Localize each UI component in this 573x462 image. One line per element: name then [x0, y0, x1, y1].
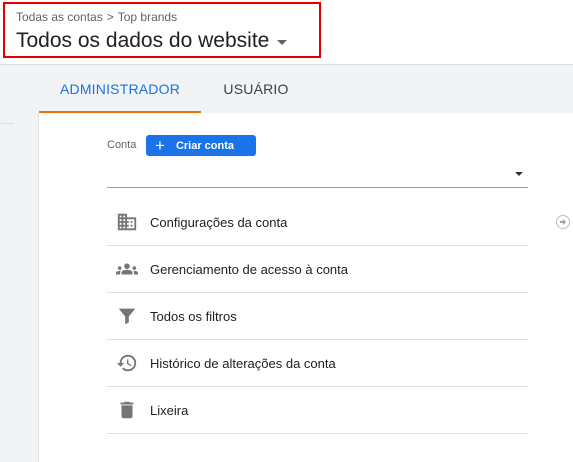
menu-item-access-management[interactable]: Gerenciamento de acesso à conta: [107, 246, 528, 293]
tabs-bar: ADMINISTRADOR USUÁRIO: [0, 65, 573, 113]
people-icon: [116, 258, 138, 280]
left-divider: [0, 123, 14, 124]
account-select[interactable]: [107, 161, 528, 188]
plus-icon: +: [155, 136, 165, 155]
tab-administrador[interactable]: ADMINISTRADOR: [39, 65, 201, 113]
dropdown-arrow-icon: [515, 172, 523, 176]
filter-icon: [116, 305, 138, 327]
create-account-button[interactable]: + Criar conta: [146, 135, 256, 156]
menu-item-label: Todos os filtros: [150, 308, 237, 324]
menu-item-trash[interactable]: Lixeira: [107, 387, 528, 434]
menu-item-label: Lixeira: [150, 402, 189, 418]
tab-usuario[interactable]: USUÁRIO: [201, 65, 311, 113]
expand-arrow-icon[interactable]: [556, 215, 570, 229]
trash-icon: [116, 399, 138, 421]
create-account-label: Criar conta: [175, 139, 235, 152]
menu-item-label: Histórico de alterações da conta: [150, 355, 336, 371]
account-panel: Conta + Criar conta Configurações da con…: [39, 113, 573, 462]
header: Todas as contas > Top brands Todos os da…: [0, 0, 573, 65]
building-icon: [116, 211, 138, 233]
menu-item-account-settings[interactable]: Configurações da conta: [107, 199, 528, 246]
highlight-box: [3, 2, 321, 58]
menu-item-label: Configurações da conta: [150, 214, 288, 230]
left-rail: [0, 113, 39, 462]
menu-item-change-history[interactable]: Histórico de alterações da conta: [107, 340, 528, 387]
menu-item-label: Gerenciamento de acesso à conta: [150, 261, 349, 277]
history-icon: [116, 352, 138, 374]
conta-label: Conta: [107, 139, 137, 151]
menu-item-all-filters[interactable]: Todos os filtros: [107, 293, 528, 340]
